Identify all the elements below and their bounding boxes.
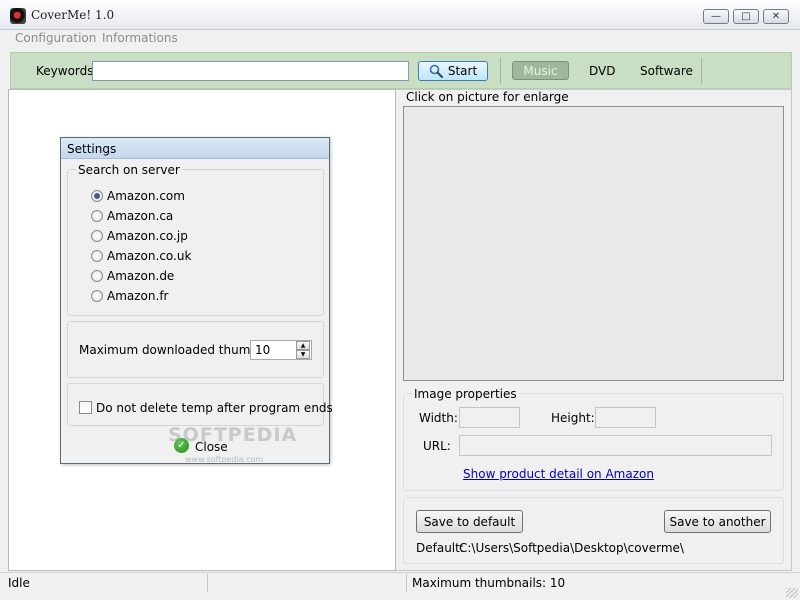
radio-label-amazon-de[interactable]: Amazon.de — [107, 269, 174, 283]
maximize-icon: □ — [741, 10, 751, 22]
status-separator — [207, 574, 208, 592]
url-label: URL: — [423, 439, 451, 453]
watermark-url: www.softpedia.com — [185, 455, 264, 464]
category-dvd-button[interactable]: DVD — [589, 64, 615, 78]
close-window-button[interactable]: ✕ — [763, 9, 789, 24]
radio-label-amazon-co-jp[interactable]: Amazon.co.jp — [107, 229, 188, 243]
title-bar[interactable] — [0, 0, 800, 30]
radio-amazon-fr[interactable] — [91, 290, 103, 302]
window-title: CoverMe! 1.0 — [31, 8, 115, 22]
category-music-label: Music — [523, 63, 558, 78]
status-state: Idle — [8, 576, 30, 590]
spin-down-icon[interactable]: ▼ — [296, 350, 310, 359]
toolbar-separator-right — [701, 58, 702, 84]
status-thumbnails: Maximum thumbnails: 10 — [412, 576, 566, 590]
preview-caption: Click on picture for enlarge — [406, 90, 569, 104]
radio-amazon-ca[interactable] — [91, 210, 103, 222]
width-label: Width: — [419, 411, 458, 425]
keywords-input[interactable] — [92, 61, 409, 81]
minimize-icon: — — [711, 10, 721, 22]
start-label: Start — [447, 64, 478, 78]
keep-temp-label[interactable]: Do not delete temp after program ends — [96, 401, 333, 415]
radio-amazon-co-jp[interactable] — [91, 230, 103, 242]
category-software-button[interactable]: Software — [640, 64, 693, 78]
status-separator-2 — [406, 574, 407, 592]
minimize-button[interactable]: — — [703, 9, 729, 24]
width-field — [459, 407, 520, 428]
image-properties-title: Image properties — [412, 387, 519, 401]
save-to-default-button[interactable]: Save to default — [416, 510, 523, 533]
menu-informations[interactable]: Informations — [102, 31, 178, 45]
radio-amazon-co-uk[interactable] — [91, 250, 103, 262]
search-server-title: Search on server — [76, 163, 182, 177]
save-to-another-button[interactable]: Save to another — [664, 510, 771, 533]
spin-up-icon[interactable]: ▲ — [296, 341, 310, 350]
menu-configuration[interactable]: Configuration — [15, 31, 96, 45]
toolbar-separator — [500, 58, 501, 84]
amazon-product-link[interactable]: Show product detail on Amazon — [463, 467, 654, 481]
radio-label-amazon-co-uk[interactable]: Amazon.co.uk — [107, 249, 191, 263]
search-server-group — [67, 169, 324, 316]
radio-amazon-com[interactable] — [91, 190, 103, 202]
default-path-label: Default: — [416, 541, 464, 555]
app-icon — [10, 8, 26, 24]
maximize-button[interactable]: □ — [733, 9, 759, 24]
radio-label-amazon-com[interactable]: Amazon.com — [107, 189, 185, 203]
keywords-label: Keywords: — [36, 64, 98, 78]
radio-label-amazon-ca[interactable]: Amazon.ca — [107, 209, 173, 223]
resize-grip-icon[interactable] — [786, 588, 798, 598]
settings-title: Settings — [67, 142, 117, 156]
status-bar — [0, 572, 800, 600]
height-label: Height: — [551, 411, 595, 425]
height-field — [595, 407, 656, 428]
start-button[interactable]: Start — [418, 61, 488, 81]
url-field — [459, 435, 772, 456]
category-music-button[interactable]: Music — [512, 61, 569, 80]
radio-amazon-de[interactable] — [91, 270, 103, 282]
keep-temp-checkbox[interactable] — [79, 401, 92, 414]
cover-preview[interactable] — [403, 106, 784, 381]
checkmark-icon[interactable]: ✓ — [174, 438, 189, 453]
close-icon: ✕ — [771, 10, 781, 22]
radio-label-amazon-fr[interactable]: Amazon.fr — [107, 289, 168, 303]
settings-close-button[interactable]: Close — [195, 440, 228, 454]
search-icon — [429, 64, 443, 78]
default-path-value: C:\Users\Softpedia\Desktop\coverme\ — [459, 541, 684, 555]
